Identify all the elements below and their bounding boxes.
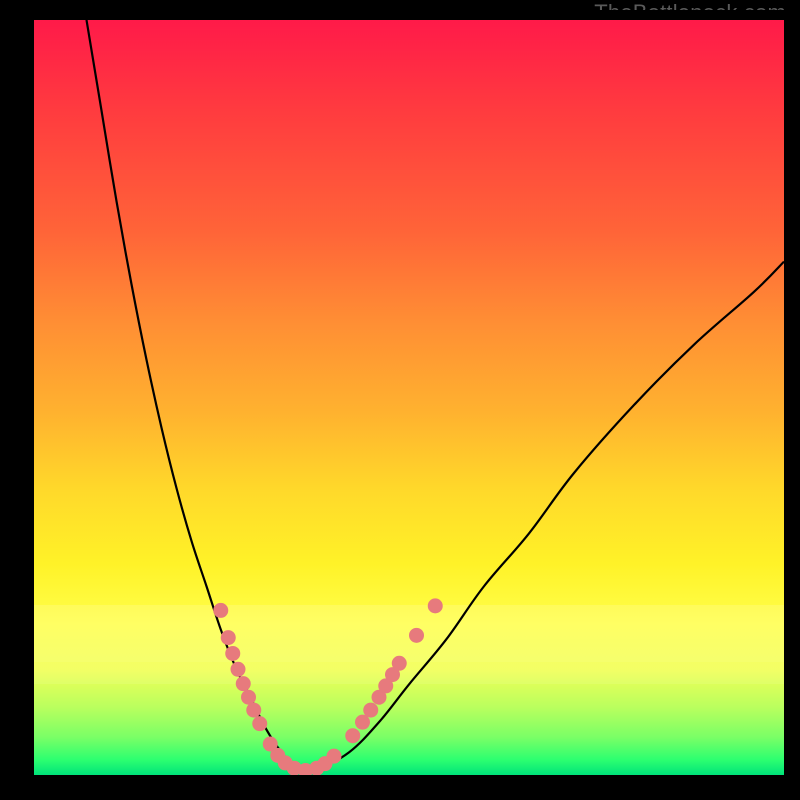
data-marker (327, 749, 342, 764)
data-marker (252, 716, 267, 731)
curve-layer (87, 20, 785, 769)
data-marker (236, 676, 251, 691)
data-marker (225, 646, 240, 661)
chart-svg (34, 20, 784, 775)
data-marker (221, 630, 236, 645)
chart-plot-area (34, 20, 784, 775)
chart-frame (0, 10, 800, 800)
data-marker (428, 598, 443, 613)
data-marker (345, 728, 360, 743)
data-marker (213, 603, 228, 618)
data-marker (363, 703, 378, 718)
data-marker (409, 628, 424, 643)
bottleneck-curve (87, 20, 785, 769)
data-marker (246, 703, 261, 718)
data-marker (231, 662, 246, 677)
data-marker (241, 690, 256, 705)
data-marker (392, 656, 407, 671)
